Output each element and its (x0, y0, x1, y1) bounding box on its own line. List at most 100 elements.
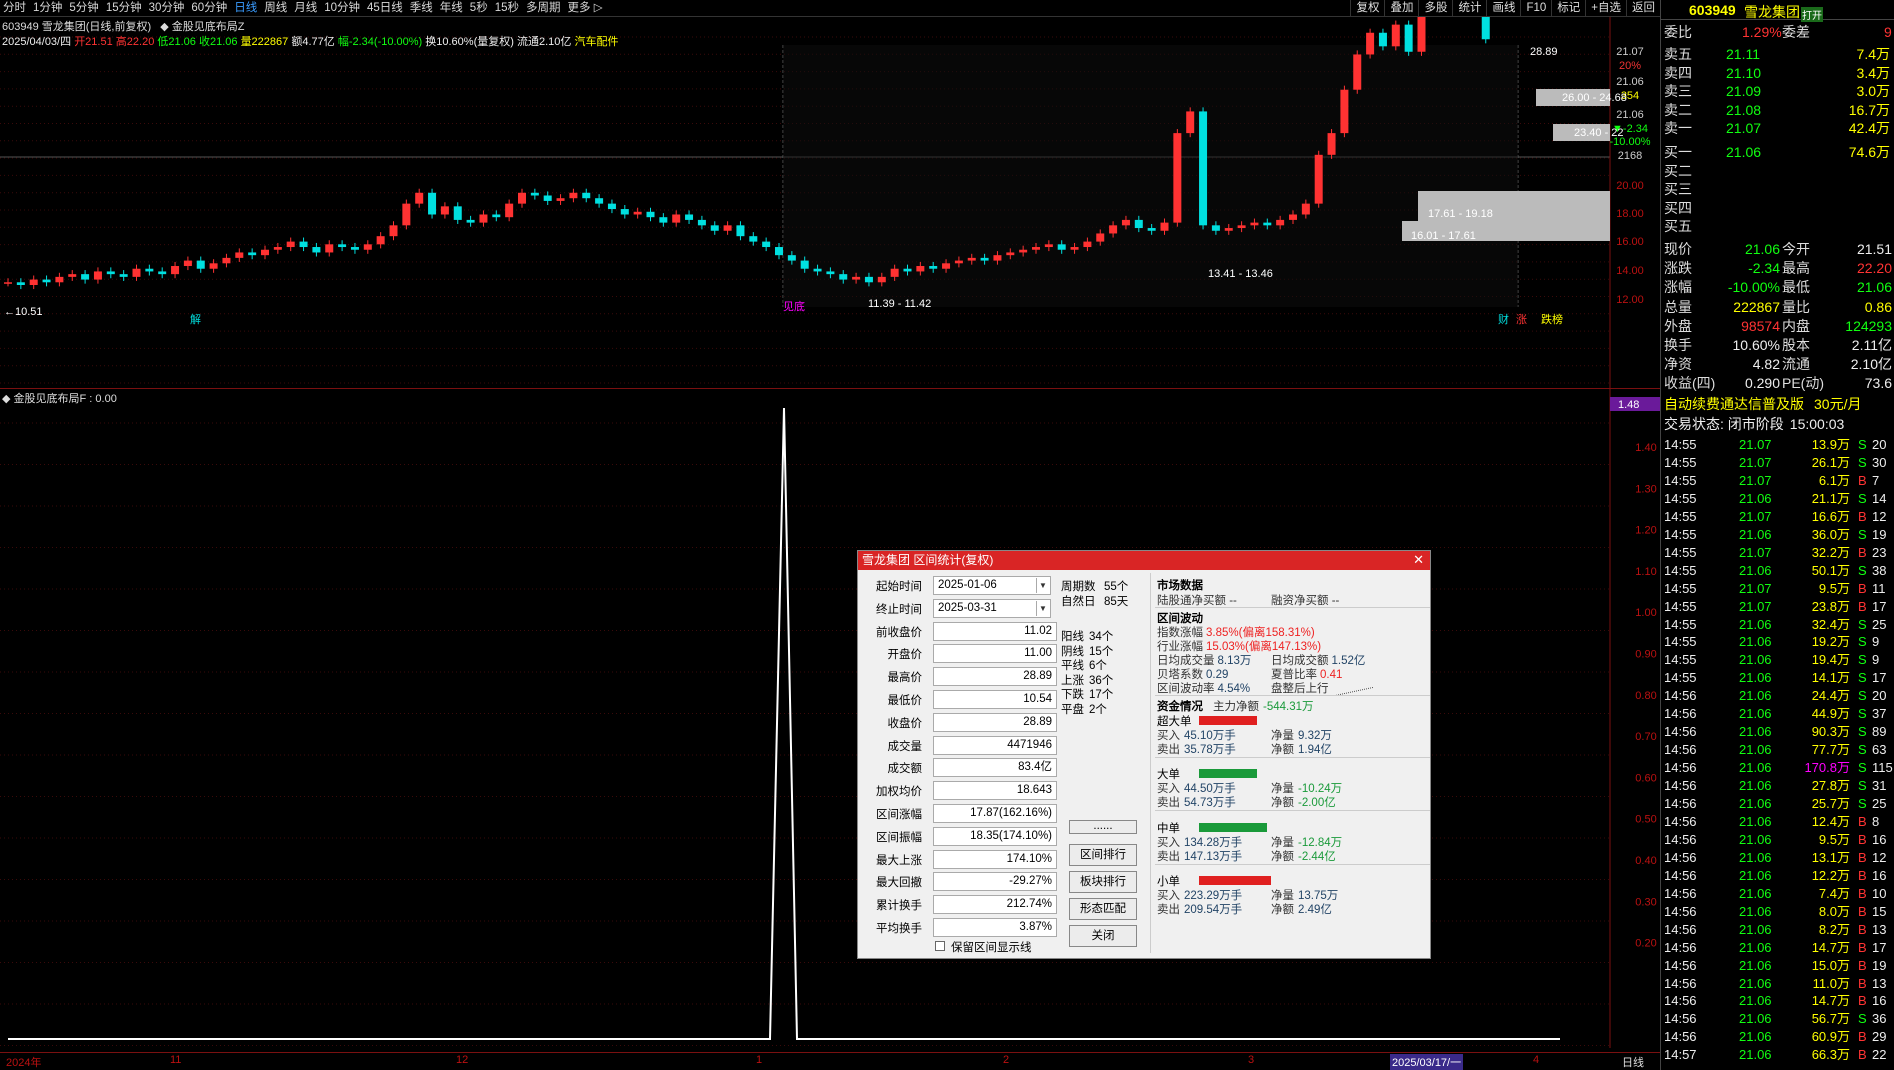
period-tab[interactable]: 日线 (231, 0, 261, 16)
market-margin: 融资净买额 -- (1271, 595, 1340, 607)
stat-label: 内盘 (1782, 317, 1810, 334)
tick-time: 14:55 (1664, 526, 1697, 542)
bar-close: 收21.06 (198, 36, 238, 48)
ask-row: 卖二 21.08 16.7万 (1664, 102, 1892, 119)
tick-time: 14:56 (1664, 706, 1697, 722)
period-tab[interactable]: 分时 (0, 0, 30, 16)
candle-body (1327, 133, 1336, 155)
period-tab[interactable]: 多周期 (523, 0, 565, 16)
candle-body (132, 268, 141, 277)
tool-button[interactable]: F10 (1520, 0, 1551, 16)
tool-button[interactable]: 复权 (1350, 0, 1384, 16)
period-tab[interactable]: 年线 (437, 0, 467, 16)
unlock-marker[interactable]: 解 (190, 312, 201, 326)
y-tick-label: 0.30 (1635, 896, 1656, 908)
tick-price: 21.06 (1739, 1029, 1772, 1045)
close-icon[interactable]: ✕ (1413, 552, 1424, 568)
y-tick-label: 0.70 (1635, 731, 1656, 743)
candle-body (505, 203, 514, 218)
candle-body (839, 274, 848, 280)
period-tab[interactable]: 1分钟 (30, 0, 66, 16)
tool-button[interactable]: 多股 (1418, 0, 1452, 16)
tick-count: 17 (1872, 598, 1887, 614)
kline-chart[interactable]: 21.0720%21.0635421.06▼-2.34-10.00%216820… (0, 17, 1660, 389)
tool-button[interactable]: 统计 (1452, 0, 1486, 16)
field-label: 收盘价 (887, 717, 923, 730)
ask-label: 卖二 (1664, 101, 1692, 118)
section-divider (1155, 695, 1430, 696)
open-badge[interactable]: 打开 (1801, 7, 1823, 22)
dialog-button[interactable]: 区间排行 (1069, 844, 1137, 866)
ask-row: 卖一 21.07 42.4万 (1664, 120, 1892, 137)
tool-button[interactable]: 返回 (1626, 0, 1660, 16)
period-tab[interactable]: 季线 (407, 0, 437, 16)
field-value: 3.87% (933, 918, 1057, 937)
tick-time: 14:55 (1664, 490, 1697, 506)
period-tab[interactable]: 5分钟 (66, 0, 102, 16)
period-tab[interactable]: 30分钟 (146, 0, 189, 16)
bar-sector[interactable]: 汽车配件 (574, 36, 618, 48)
candle-body (402, 203, 411, 226)
y-tick-label: 1.30 (1635, 483, 1656, 495)
field-value[interactable]: 2025-03-31 ▼ (933, 598, 1051, 618)
y-tick-label: 1.00 (1635, 607, 1656, 619)
fund-sell: 卖出 147.13万手 (1157, 848, 1242, 864)
tick-side: B (1858, 580, 1867, 596)
tick-price: 21.06 (1739, 652, 1772, 668)
period-tab[interactable]: 5秒 (467, 0, 492, 16)
chevron-down-icon[interactable]: ▼ (1036, 578, 1049, 593)
tool-button[interactable]: 画线 (1486, 0, 1520, 16)
bar-volume: 量222867 (240, 36, 289, 48)
y-tick-label: 21.06 (1616, 109, 1644, 121)
period-stat-value: 85天 (1104, 596, 1129, 608)
period-tab[interactable]: 45日线 (364, 0, 407, 16)
period-tab[interactable]: 更多 ▷ (565, 0, 607, 16)
period-tab[interactable]: 周线 (261, 0, 291, 16)
y-tick-label: 0.60 (1635, 772, 1656, 784)
rise-marker[interactable]: 涨 (1516, 313, 1527, 326)
field-value: 10.54 (933, 690, 1057, 709)
candle-body (826, 271, 835, 275)
dialog-button[interactable]: ...... (1069, 820, 1137, 834)
tick-volume: 11.0万 (1812, 975, 1850, 991)
period-tab[interactable]: 月线 (291, 0, 321, 16)
tick-count: 10 (1872, 885, 1887, 901)
finance-marker[interactable]: 财 (1498, 312, 1509, 326)
tick-side: B (1858, 472, 1867, 488)
period-tab[interactable]: 10分钟 (321, 0, 364, 16)
checkbox[interactable] (935, 941, 945, 951)
stat-value: 21.06 (1856, 279, 1892, 296)
tool-button[interactable]: 叠加 (1384, 0, 1418, 16)
dialog-button[interactable]: 板块排行 (1069, 871, 1137, 893)
ask-row: 卖三 21.09 3.0万 (1664, 83, 1892, 100)
bid-label: 买二 (1664, 162, 1692, 179)
tick-count: 11 (1872, 580, 1886, 596)
indicator-title[interactable]: ◆ 金股见底布局F : 0.00 (2, 390, 117, 406)
candle-body (376, 236, 385, 245)
stat-value: 21.06 (1744, 241, 1780, 257)
bottom-marker[interactable]: 见底 (783, 299, 805, 313)
dialog-button[interactable]: 关闭 (1069, 925, 1137, 947)
tool-button[interactable]: +自选 (1585, 0, 1626, 16)
chevron-down-icon[interactable]: ▼ (1036, 600, 1049, 616)
ad-banner[interactable]: 自动续费通达信普及版 30元/月 (1664, 396, 1892, 413)
fall-marker[interactable]: 跌榜 (1541, 312, 1563, 326)
tool-button[interactable]: 标记 (1551, 0, 1585, 16)
candle-body (1366, 32, 1375, 55)
dialog-button[interactable]: 形态匹配 (1069, 898, 1137, 920)
period-tab[interactable]: 60分钟 (188, 0, 231, 16)
candle-stat-label: 阳线 (1061, 631, 1084, 643)
period-tab[interactable]: 15秒 (492, 0, 523, 16)
candle-stat-value: 34个 (1089, 631, 1114, 643)
field-value[interactable]: 2025-01-06 ▼ (933, 576, 1051, 595)
candle-stat-value: 15个 (1089, 645, 1114, 658)
stat-row: 换手 10.60% 股本 2.11亿 (1664, 337, 1892, 354)
tick-count: 15 (1872, 903, 1887, 919)
range-label: 13.41 - 13.46 (1208, 268, 1273, 280)
tick-volume: 50.1万 (1811, 562, 1850, 578)
candle-body (993, 255, 1002, 261)
indicator-name[interactable]: ◆ 金股见底布局Z (160, 21, 244, 33)
tick-price: 21.07 (1739, 437, 1772, 452)
candle-stat-label: 平盘 (1061, 704, 1084, 716)
period-tab[interactable]: 15分钟 (103, 0, 146, 16)
